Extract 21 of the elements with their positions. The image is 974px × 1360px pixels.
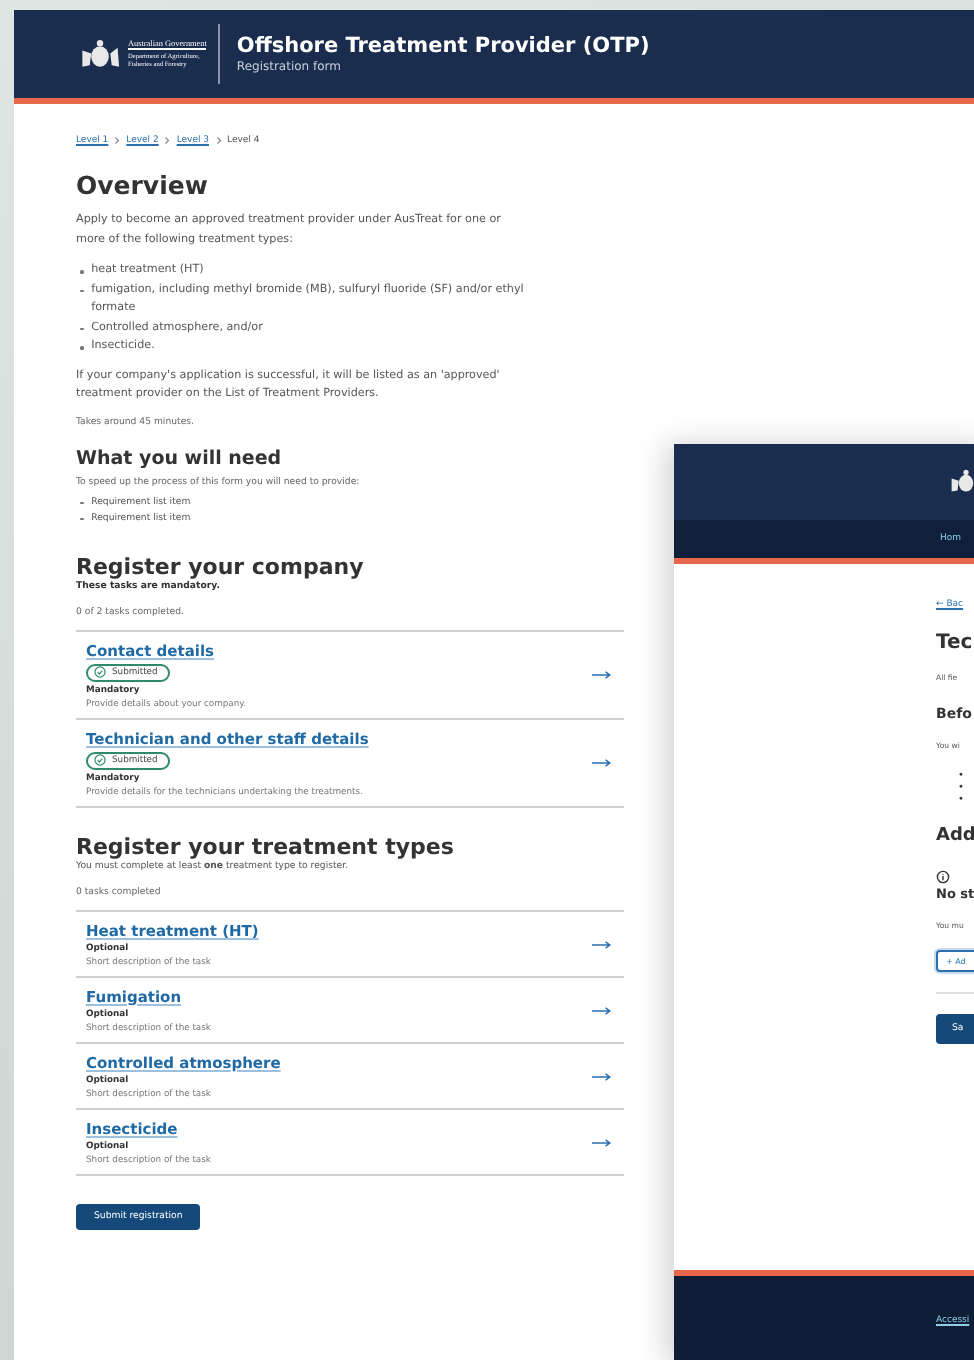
crest-icon xyxy=(78,37,122,71)
section-heading: Add xyxy=(936,826,974,846)
site-title: Offshore Treatment Provider (OTP) xyxy=(236,34,650,58)
arrow-right-icon[interactable] xyxy=(592,1137,612,1147)
section-heading: What you will need xyxy=(76,447,284,469)
check-circle-icon xyxy=(94,666,106,678)
arrow-right-icon[interactable] xyxy=(592,939,612,949)
section-heading: Register your treatment types xyxy=(76,833,456,859)
section-heading: Register your company xyxy=(76,553,366,579)
crest-icon xyxy=(948,468,974,496)
info-icon xyxy=(936,870,950,884)
arrow-right-icon[interactable] xyxy=(592,758,612,768)
chevron-icon xyxy=(215,136,222,146)
page-heading: Tec xyxy=(936,632,973,654)
section-heading: Overview xyxy=(76,170,210,200)
check-circle-icon xyxy=(94,754,106,766)
chevron-icon xyxy=(114,136,121,146)
arrow-right-icon[interactable] xyxy=(592,1071,612,1081)
chevron-icon xyxy=(164,136,171,146)
arrow-right-icon[interactable] xyxy=(592,670,612,680)
arrow-right-icon[interactable] xyxy=(592,1005,612,1015)
